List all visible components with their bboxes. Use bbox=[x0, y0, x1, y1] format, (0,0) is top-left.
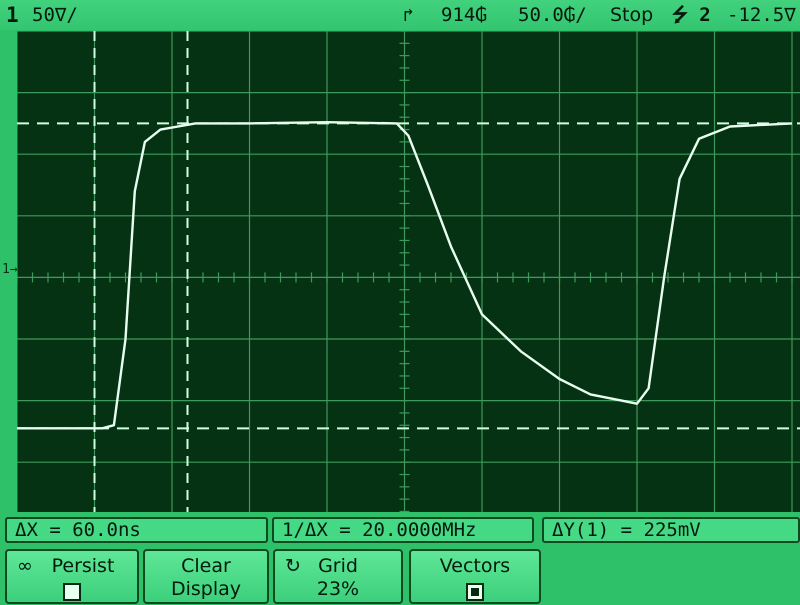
clear-display-button[interactable]: Clear Display bbox=[143, 549, 269, 604]
grid-button[interactable]: ↻ Grid 23% bbox=[273, 549, 403, 604]
grid-lines bbox=[17, 31, 800, 512]
trigger-source[interactable]: ⭍ 2 bbox=[672, 3, 711, 27]
delta-y-readout: ΔY(1) = 225mV bbox=[542, 517, 800, 543]
grid-intensity-value: 23% bbox=[316, 578, 360, 600]
vectors-label: Vectors bbox=[439, 555, 511, 577]
vectors-button[interactable]: Vectors bbox=[409, 549, 541, 604]
persist-button[interactable]: ∞ Persist bbox=[5, 549, 139, 604]
infinity-icon: ∞ bbox=[17, 555, 33, 577]
status-bar: 1 50∇/ ↱ 914₲ 50.0₲/ Stop ⭍ 2 -12.5∇ bbox=[0, 0, 800, 30]
graticule bbox=[17, 31, 800, 512]
clear-display-label-1: Clear bbox=[181, 555, 231, 577]
horizontal-delay[interactable]: 914₲ bbox=[441, 3, 487, 27]
channel-scale[interactable]: 50∇/ bbox=[32, 3, 78, 27]
delta-x-readout: ΔX = 60.0ns bbox=[5, 517, 268, 543]
channel-ground-marker-icon: 1→ bbox=[2, 262, 18, 277]
trigger-level[interactable]: -12.5∇ bbox=[727, 3, 796, 27]
rotate-knob-icon: ↻ bbox=[285, 555, 301, 577]
inverse-delta-x-readout: 1/ΔX = 20.0000MHz bbox=[272, 517, 534, 543]
trigger-position-icon: ↱ bbox=[403, 5, 414, 26]
channel-number[interactable]: 1 bbox=[6, 3, 19, 27]
measurement-cursors bbox=[17, 31, 800, 512]
waveform-display[interactable] bbox=[17, 31, 800, 512]
vectors-checkbox[interactable] bbox=[466, 583, 484, 601]
clear-display-label-2: Display bbox=[170, 578, 242, 600]
persist-checkbox[interactable] bbox=[63, 583, 81, 601]
time-base[interactable]: 50.0₲/ bbox=[518, 3, 587, 27]
run-state[interactable]: Stop bbox=[610, 3, 653, 27]
